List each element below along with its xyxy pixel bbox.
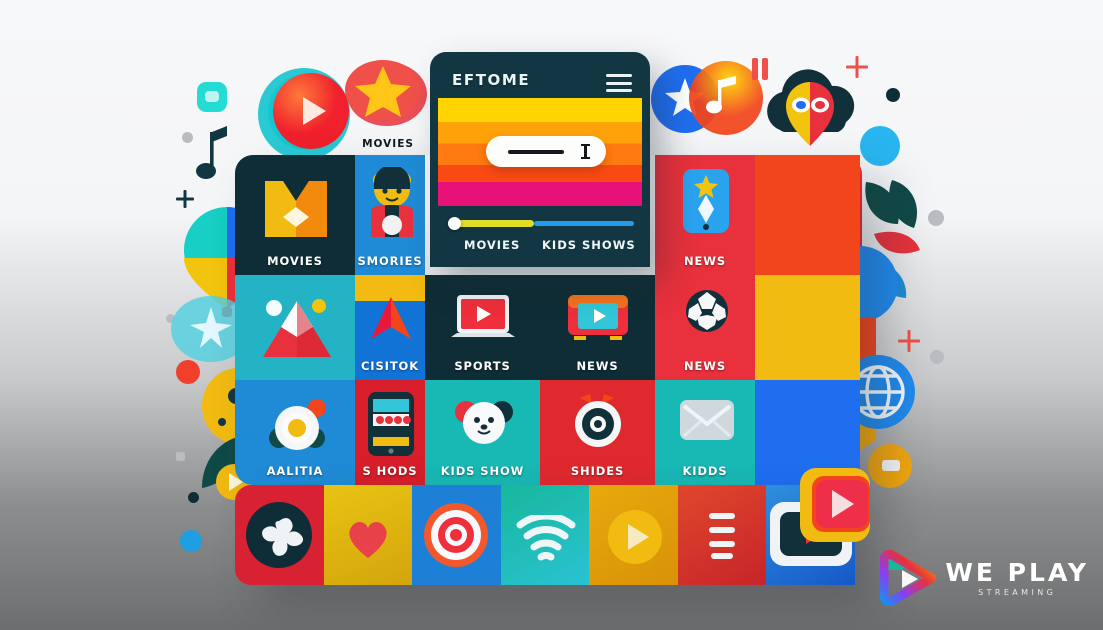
tile-sports[interactable]: SPORTS [425, 275, 540, 380]
slider-knob[interactable] [448, 217, 461, 230]
search-input[interactable] [486, 136, 606, 167]
close-cross-icon [246, 502, 313, 568]
paper-plane-icon [371, 297, 411, 339]
phone-media-icon [368, 392, 414, 456]
target-icon [424, 503, 489, 567]
tile-mountain[interactable] [235, 275, 355, 380]
dot-decor [928, 210, 944, 226]
tile-label: MOVIES [267, 254, 323, 268]
music-note-icon [196, 126, 227, 179]
slider-label-left: MOVIES [464, 238, 521, 252]
tile-label: SMORIES [357, 254, 423, 268]
dot-decor [930, 350, 944, 364]
cloud-glasses-icon [767, 69, 855, 146]
page-title: EFTOME [452, 71, 531, 89]
list-menu-icon [709, 513, 736, 559]
decor-label-movies: MOVIES [362, 138, 414, 150]
play-circle-icon [608, 510, 663, 564]
tile-movies[interactable]: MOVIES [235, 155, 355, 275]
play-triangle-icon [880, 550, 937, 606]
brand-logo: WE PLAY STREAMING [880, 550, 1089, 606]
panda-icon [455, 401, 513, 444]
tile-news-2[interactable]: NEWS [540, 275, 655, 380]
tile-shides[interactable]: SHIDES [540, 380, 655, 485]
tile-label: KIDDS [682, 464, 728, 478]
blue-dot-decor [180, 530, 202, 552]
hero-banner [438, 98, 642, 206]
laptop-play-icon [451, 295, 515, 337]
phone-star-icon [683, 169, 729, 233]
tile-label: AALITIA [266, 464, 324, 478]
tile-label: SPORTS [454, 359, 511, 373]
tile-news-3[interactable]: NEWS [655, 275, 755, 380]
tile-label: NEWS [683, 359, 727, 373]
tile-s-hods[interactable]: S HODS [355, 380, 425, 485]
fried-egg-icon [269, 399, 326, 450]
rounded-square-icon [197, 82, 227, 112]
text-caret-icon [581, 144, 590, 160]
tile-spacer-right-1 [755, 155, 860, 275]
toolbar-item-list[interactable] [677, 485, 767, 585]
tile-spacer-right-2 [755, 275, 860, 380]
mountain-icon [263, 299, 331, 357]
tile-news-1[interactable]: NEWS [655, 155, 755, 275]
toolbar-item-wifi[interactable] [500, 485, 590, 585]
envelope-icon [680, 400, 734, 440]
tile-label: S HODS [362, 464, 418, 478]
tile-kidds[interactable]: KIDDS [655, 380, 755, 485]
square-dot-decor [176, 452, 185, 461]
heart-icon [349, 521, 387, 558]
toolbar-item-play[interactable] [589, 485, 678, 585]
tile-label: SHIDES [570, 464, 625, 478]
child-avatar-icon [371, 167, 413, 237]
toolbar-item-favorite[interactable] [323, 485, 413, 585]
tile-label: NEWS [576, 359, 619, 373]
tile-label: CISITOK [360, 359, 420, 373]
hamburger-icon[interactable] [606, 74, 632, 92]
category-slider[interactable] [448, 217, 634, 230]
play-card-icon[interactable] [798, 466, 884, 556]
logo-tagline: STREAMING [978, 587, 1057, 597]
slider-label-right: KIDS SHOWS [542, 238, 636, 252]
tile-aalitia[interactable]: AALITIA [235, 380, 355, 485]
crown-logo-icon [265, 181, 327, 237]
target-eye-icon [575, 394, 621, 447]
tile-kids-show[interactable]: KIDS SHOW [425, 380, 540, 485]
dot-decor [886, 88, 900, 102]
illustration-canvas: MOVIES MOVIES SMORIES NEWS CISITOK SPORT… [0, 0, 1103, 630]
red-dot-decor [176, 360, 200, 384]
tile-smories[interactable]: SMORIES [355, 155, 425, 275]
play-circle-icon [273, 73, 349, 149]
tile-label: NEWS [683, 254, 727, 268]
slider-track [534, 221, 634, 226]
dot-decor [182, 132, 193, 143]
phone-header-panel: EFTOME MOVIES KIDS SHOWS [430, 52, 650, 267]
logo-name: WE PLAY [945, 557, 1089, 587]
toolbar-item-target[interactable] [412, 485, 501, 585]
search-text-line [508, 150, 564, 154]
soccer-ball-icon [686, 290, 728, 332]
tile-label: KIDS SHOW [440, 464, 525, 478]
bottom-toolbar [235, 485, 855, 585]
tile-cisitok[interactable]: CISITOK [355, 275, 425, 380]
wifi-icon [516, 515, 576, 561]
star-badge-icon [345, 60, 427, 126]
dot-decor [188, 492, 199, 503]
toolbar-item-close[interactable] [235, 485, 324, 585]
tv-play-icon [568, 295, 628, 340]
